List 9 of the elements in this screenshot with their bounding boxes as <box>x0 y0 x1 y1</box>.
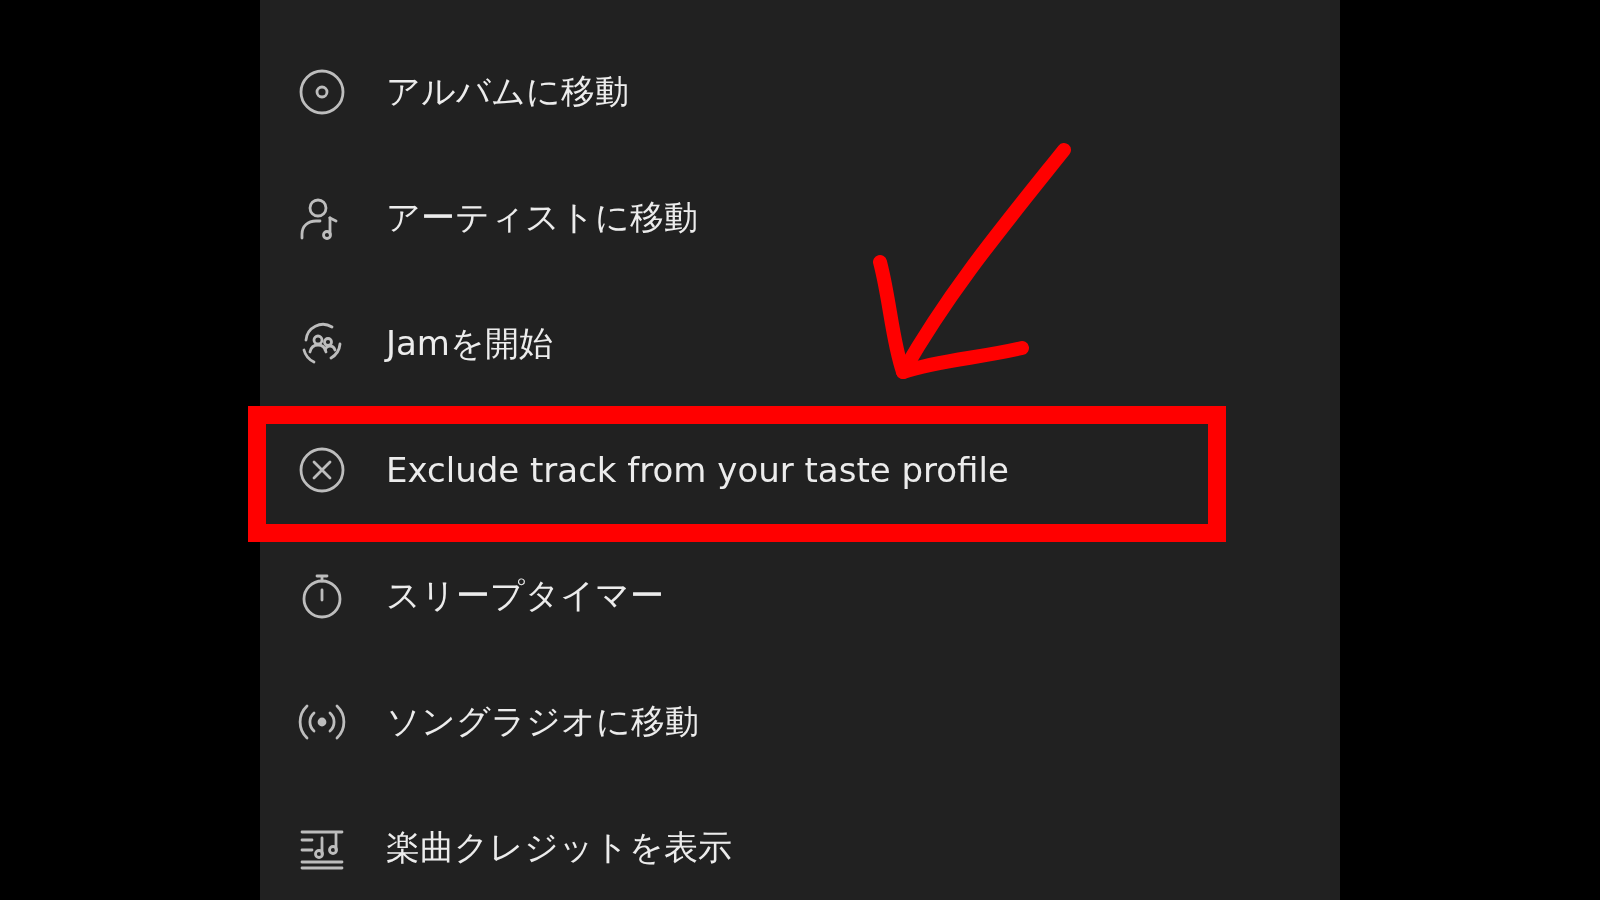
menu-item[interactable]: アルバムに移動 <box>260 52 629 132</box>
menu-item[interactable]: アーティストに移動 <box>260 178 698 258</box>
close-circle-icon <box>298 446 346 494</box>
menu-item[interactable]: ソングラジオに移動 <box>260 682 699 762</box>
menu-item[interactable]: Exclude track from your taste profile <box>260 430 1009 510</box>
menu-item[interactable]: スリープタイマー <box>260 556 664 636</box>
menu-item[interactable]: 楽曲クレジットを表示 <box>260 808 732 888</box>
menu-item[interactable]: Jamを開始 <box>260 304 553 384</box>
disc-icon <box>298 68 346 116</box>
